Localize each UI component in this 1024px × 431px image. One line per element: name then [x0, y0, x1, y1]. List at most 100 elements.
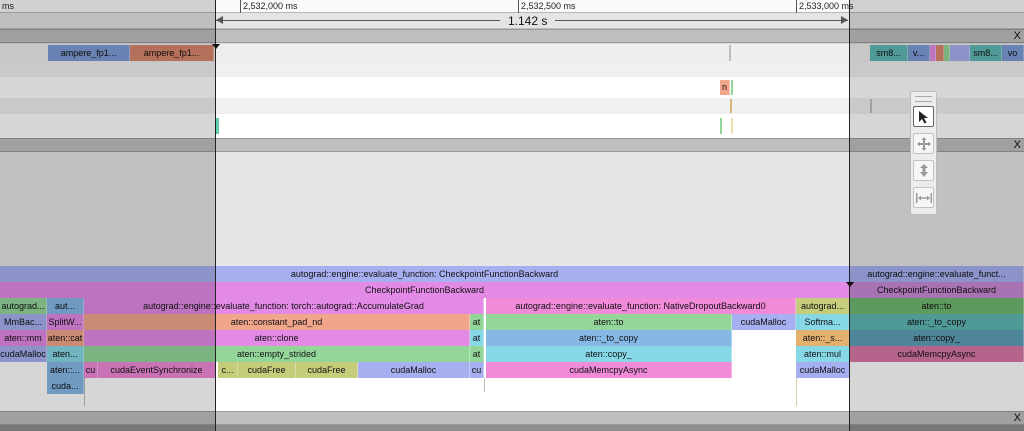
trace-event[interactable]: at: [470, 346, 484, 362]
ruler-tick-label: 2,532,000 ms: [243, 1, 298, 11]
trace-event[interactable]: cudaMemcpyAsync: [486, 362, 732, 378]
trace-event[interactable]: cudaMalloc: [0, 346, 47, 362]
kernel-event[interactable]: [216, 118, 219, 134]
trace-event[interactable]: cudaMalloc: [732, 314, 796, 330]
gpu-stream-lane: [0, 62, 1024, 77]
ruler-tick: [796, 0, 797, 13]
trace-event[interactable]: aten::constant_pad_nd: [84, 314, 470, 330]
time-ruler[interactable]: ms 2,532,000 ms 2,532,500 ms 2,533,000 m…: [0, 0, 1024, 13]
trace-event[interactable]: autograd...: [0, 298, 47, 314]
trace-event[interactable]: aten::mul: [796, 346, 850, 362]
selection-duration: 1.142 s: [500, 14, 556, 28]
trace-event[interactable]: aten::to: [850, 298, 1024, 314]
close-section-button[interactable]: X: [1014, 139, 1021, 152]
selection-end-line[interactable]: [849, 0, 850, 431]
kernel-event[interactable]: [729, 45, 731, 61]
trace-event[interactable]: aten::_to_copy: [486, 330, 732, 346]
trace-event[interactable]: [796, 378, 797, 406]
ruler-tick-label: 2,533,000 ms: [799, 1, 854, 11]
trace-event[interactable]: aten::empty_strided: [84, 346, 470, 362]
trace-event[interactable]: cudaEventSynchronize: [98, 362, 216, 378]
zoom-tool-button[interactable]: [913, 160, 934, 181]
bottom-scroll-track[interactable]: [0, 425, 1024, 431]
trace-event[interactable]: autograd::engine::evaluate_funct...: [850, 266, 1024, 282]
trace-event[interactable]: aten::cat: [47, 330, 84, 346]
kernel-event[interactable]: ampere_fp1...: [130, 45, 214, 61]
kernel-event[interactable]: [731, 80, 733, 95]
kernel-event[interactable]: [720, 118, 722, 134]
range-right-arrow-icon: [841, 16, 848, 24]
mouse-mode-toolbar: [910, 91, 937, 215]
trace-event[interactable]: cudaMalloc: [358, 362, 470, 378]
trace-event[interactable]: autograd::engine::evaluate_function: tor…: [84, 298, 484, 314]
cpu-section-header[interactable]: X: [0, 138, 1024, 152]
kernel-event[interactable]: [950, 45, 970, 61]
trace-event[interactable]: aten...: [47, 346, 84, 362]
trace-event[interactable]: [484, 378, 485, 392]
trace-event[interactable]: at: [470, 314, 484, 330]
trace-event[interactable]: cudaFree: [296, 362, 358, 378]
move-arrows-icon: [916, 136, 931, 151]
trace-event[interactable]: aten::_to_copy: [850, 314, 1024, 330]
zoom-updown-icon: [919, 163, 928, 177]
trace-event[interactable]: cudaFree: [238, 362, 296, 378]
trace-event[interactable]: aten::...: [47, 362, 84, 378]
cursor-arrow-icon: [918, 110, 928, 123]
trace-event[interactable]: aten::to: [486, 314, 732, 330]
timing-range-icon: [915, 192, 932, 203]
timing-tool-button[interactable]: [913, 187, 934, 208]
trace-event[interactable]: cudaMalloc: [796, 362, 850, 378]
ruler-tick: [240, 0, 241, 13]
ruler-unit-label: ms: [2, 1, 14, 11]
flame-graph: autograd::engine::evaluate_function: Che…: [0, 266, 1024, 411]
pan-tool-button[interactable]: [913, 133, 934, 154]
ruler-tick: [518, 0, 519, 13]
gpu-section-header[interactable]: X: [0, 29, 1024, 43]
close-section-button[interactable]: X: [1014, 30, 1021, 43]
trace-event[interactable]: aten::_s...: [796, 330, 850, 346]
kernel-event[interactable]: v...: [908, 45, 930, 61]
trace-event[interactable]: Softma...: [796, 314, 850, 330]
gpu-stream-lane: ampere_fp1... ampere_fp1... sm8... v... …: [0, 44, 1024, 62]
trace-event[interactable]: cu: [470, 362, 484, 378]
kernel-event[interactable]: sm8...: [970, 45, 1002, 61]
selection-marker-icon: [212, 44, 220, 49]
kernel-event[interactable]: [731, 118, 733, 134]
kernel-event[interactable]: vo: [1002, 45, 1024, 61]
trace-event[interactable]: cuda...: [47, 378, 84, 394]
trace-event[interactable]: aut...: [47, 298, 84, 314]
gpu-stream-lane: [0, 98, 1024, 114]
trace-event[interactable]: aten::copy_: [486, 346, 732, 362]
trace-event[interactable]: aten::clone: [84, 330, 470, 346]
trace-event[interactable]: CheckpointFunctionBackward: [850, 282, 1024, 298]
trace-event[interactable]: autograd::engine::evaluate_function: Nat…: [486, 298, 796, 314]
kernel-event[interactable]: [870, 99, 872, 113]
trace-event[interactable]: SplitW...: [47, 314, 84, 330]
close-section-button[interactable]: X: [1014, 412, 1021, 425]
kernel-event[interactable]: sm8...: [870, 45, 908, 61]
trace-event[interactable]: c...: [218, 362, 238, 378]
trace-event[interactable]: cudaMemcpyAsync: [850, 346, 1024, 362]
kernel-event[interactable]: n: [720, 80, 730, 95]
kernel-event[interactable]: [730, 99, 732, 113]
toolbar-drag-grip[interactable]: [915, 96, 932, 102]
trace-event[interactable]: aten::copy_: [850, 330, 1024, 346]
select-tool-button[interactable]: [913, 106, 934, 127]
kernel-event[interactable]: [936, 45, 944, 61]
trace-event[interactable]: CheckpointFunctionBackward: [0, 282, 850, 298]
trace-event[interactable]: autograd...: [796, 298, 850, 314]
gpu-stream-lane: [0, 114, 1024, 138]
range-left-arrow-icon: [216, 16, 223, 24]
selection-marker-icon: [846, 282, 854, 287]
cpu-thread-lane: [0, 152, 1024, 266]
trace-event[interactable]: autograd::engine::evaluate_function: Che…: [0, 266, 850, 282]
kernel-event[interactable]: ampere_fp1...: [48, 45, 130, 61]
selection-start-line[interactable]: [215, 0, 216, 431]
trace-event[interactable]: aten::mm: [0, 330, 47, 346]
trace-event[interactable]: MmBac...: [0, 314, 47, 330]
gpu-stream-lane: n: [0, 77, 1024, 98]
bottom-section-header[interactable]: X: [0, 411, 1024, 425]
trace-event[interactable]: [84, 378, 85, 406]
trace-event[interactable]: at: [470, 330, 484, 346]
trace-event[interactable]: cu: [84, 362, 98, 378]
